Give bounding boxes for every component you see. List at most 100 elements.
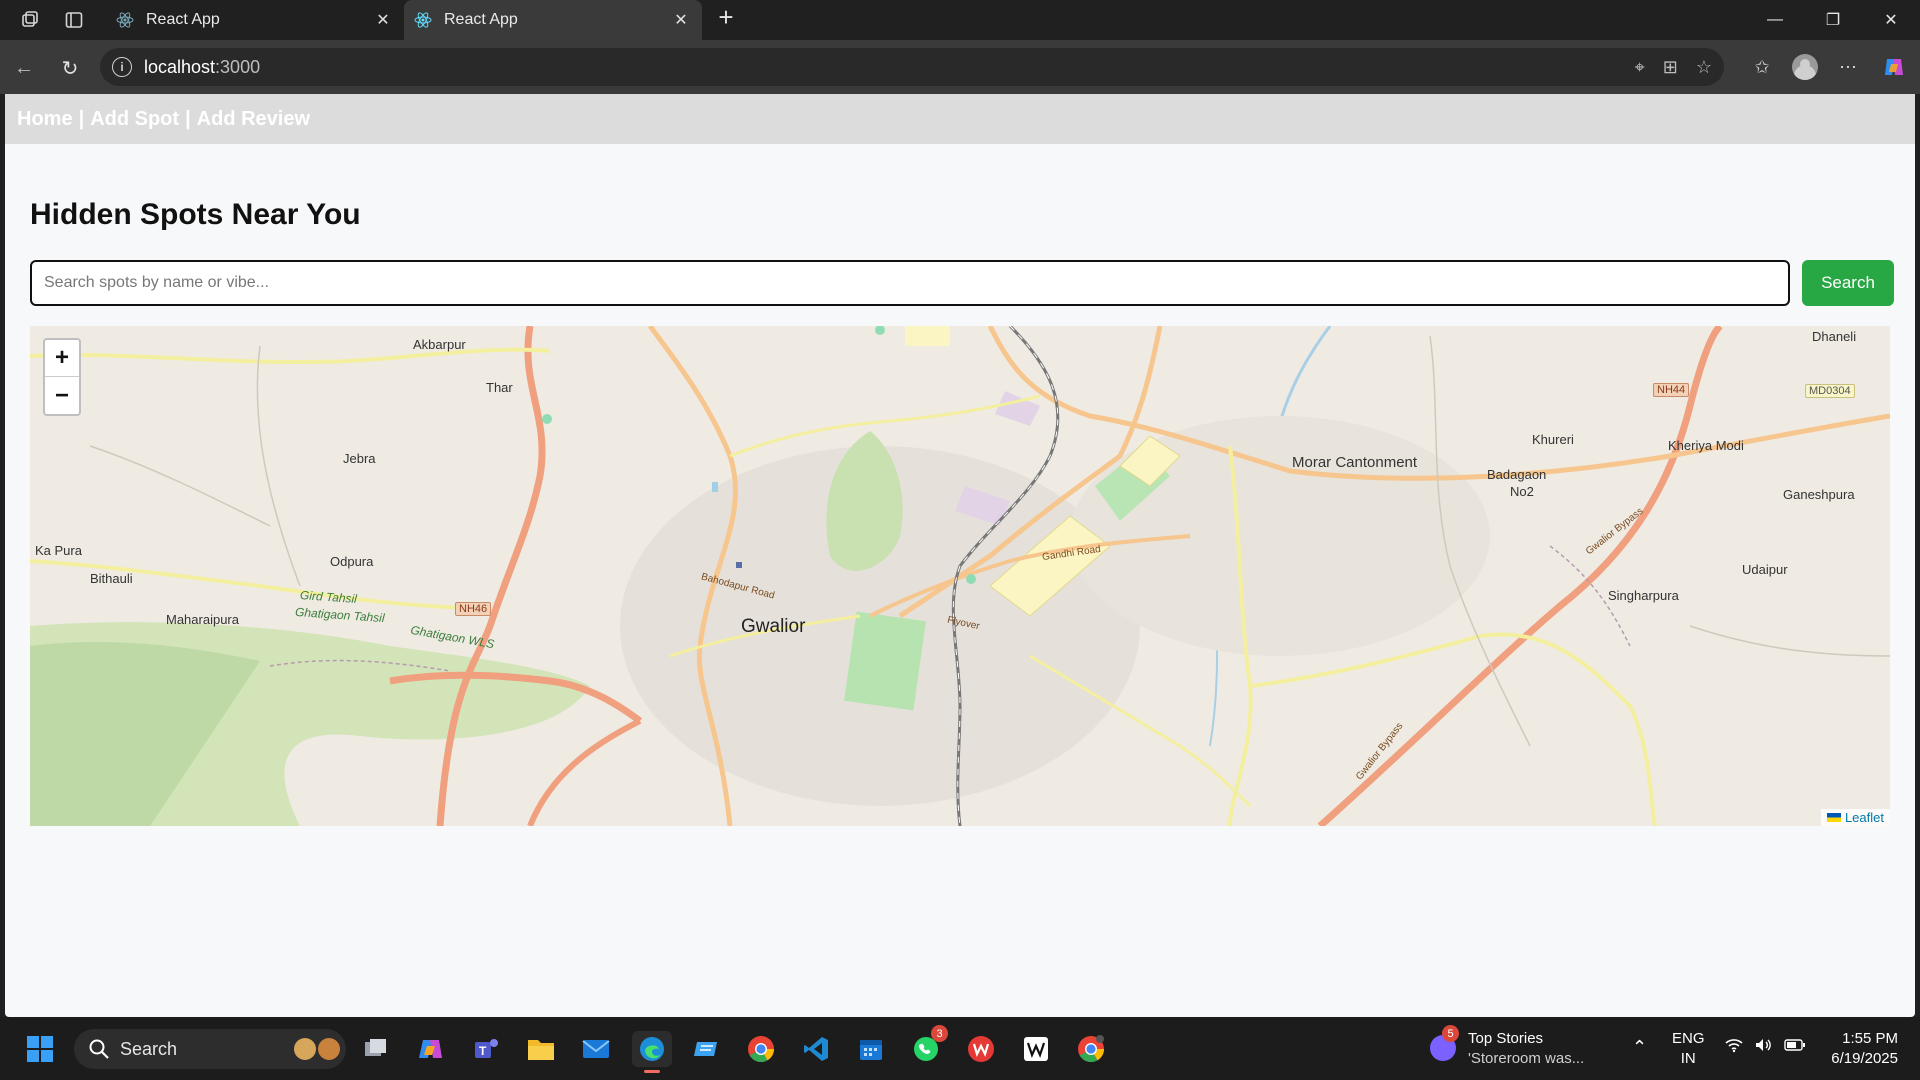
page-title: Hidden Spots Near You	[30, 198, 361, 231]
clock-date: 6/19/2025	[1831, 1050, 1898, 1067]
close-tab-icon[interactable]: ✕	[372, 10, 394, 30]
address-bar[interactable]: i localhost:3000 ⌖ ⊞ ☆	[100, 48, 1724, 86]
windows-taskbar: Search T 3 5 Top Stories 'Storeroom was.…	[0, 1017, 1920, 1080]
window-controls: — ❐ ✕	[1746, 0, 1920, 40]
tab-react-app-1[interactable]: React App ✕	[106, 0, 404, 40]
map-label-dhaneli: Dhaneli	[1812, 329, 1857, 344]
minimize-icon[interactable]: —	[1746, 0, 1804, 40]
react-icon	[414, 11, 432, 29]
app-nav-bar: Home | Add Spot | Add Review	[5, 94, 1915, 144]
taskbar-search-label: Search	[120, 1038, 178, 1059]
search-highlight-icon	[294, 1038, 340, 1060]
news-subtitle: 'Storeroom was...	[1468, 1050, 1585, 1067]
back-icon[interactable]: ←	[8, 52, 40, 84]
map-label-no2: No2	[1510, 484, 1534, 499]
nav-add-spot-link[interactable]: Add Spot	[90, 108, 179, 131]
map-zoom-control: + −	[43, 338, 81, 416]
new-tab-button[interactable]: +	[712, 2, 740, 33]
page-viewport: Home | Add Spot | Add Review Hidden Spot…	[5, 94, 1915, 1017]
news-badge: 5	[1442, 1025, 1459, 1042]
calendar-icon[interactable]	[853, 1031, 889, 1067]
map-label-ka-pura: Ka Pura	[35, 543, 82, 558]
search-icon	[89, 1039, 109, 1059]
more-menu-icon[interactable]: ⋯	[1832, 51, 1864, 83]
search-input[interactable]	[30, 260, 1790, 306]
file-explorer-icon[interactable]	[523, 1031, 559, 1067]
map-shield-md0304: MD0304	[1805, 384, 1855, 398]
mail-icon[interactable]	[578, 1031, 614, 1067]
zoom-in-button[interactable]: +	[45, 340, 79, 377]
map-label-maharaipura: Maharaipura	[166, 612, 239, 627]
map-label-gwalior: Gwalior	[741, 616, 806, 637]
vertical-tabs-icon[interactable]	[56, 2, 92, 38]
favorites-icon[interactable]: ✩	[1746, 51, 1778, 83]
location-icon[interactable]: ⌖	[1635, 57, 1645, 78]
map-label-jebra: Jebra	[343, 451, 376, 466]
system-clock[interactable]: 1:55 PM 6/19/2025	[1831, 1029, 1898, 1069]
news-widget[interactable]: 5 Top Stories 'Storeroom was...	[1428, 1025, 1588, 1069]
app-available-icon[interactable]: ⊞	[1663, 57, 1678, 78]
clock-time: 1:55 PM	[1842, 1030, 1898, 1047]
task-view-icon[interactable]	[358, 1031, 394, 1067]
svg-text:T: T	[479, 1044, 487, 1058]
map-shield-nh46: NH46	[455, 602, 492, 616]
copilot-app-icon[interactable]	[413, 1031, 449, 1067]
vscode-icon[interactable]	[798, 1031, 834, 1067]
chrome-profile-icon[interactable]	[1073, 1031, 1109, 1067]
wps-office-icon[interactable]	[963, 1031, 999, 1067]
map-label-morar-cantonment: Morar Cantonment	[1292, 454, 1418, 471]
windows-start-icon[interactable]	[22, 1031, 58, 1067]
language-code: ENG	[1672, 1030, 1705, 1047]
volume-icon[interactable]	[1754, 1037, 1774, 1057]
nav-add-review-link[interactable]: Add Review	[197, 108, 310, 131]
edge-browser-icon[interactable]	[632, 1031, 672, 1073]
notion-like-app-icon[interactable]	[1018, 1031, 1054, 1067]
map-label-udaipur: Udaipur	[1742, 562, 1788, 577]
tab-react-app-2[interactable]: React App ✕	[404, 0, 702, 40]
wifi-icon[interactable]	[1724, 1037, 1744, 1057]
tray-overflow-icon[interactable]: ⌃	[1632, 1037, 1647, 1058]
close-window-icon[interactable]: ✕	[1862, 0, 1920, 40]
zoom-out-button[interactable]: −	[45, 377, 79, 414]
remote-desktop-icon[interactable]	[688, 1031, 724, 1067]
map-attribution: Leaflet	[1820, 809, 1890, 826]
language-indicator[interactable]: ENG IN	[1672, 1029, 1705, 1069]
map-label-khureri: Khureri	[1532, 432, 1574, 447]
map-label-odpura: Odpura	[330, 554, 374, 569]
tab-title: React App	[444, 11, 518, 28]
map-label-singharpura: Singharpura	[1608, 588, 1679, 603]
site-info-icon[interactable]: i	[112, 57, 132, 77]
map-container[interactable]: Akbarpur Thar Jebra Ka Pura Bithauli Odp…	[30, 326, 1890, 826]
browser-toolbar: ← ↻ i localhost:3000 ⌖ ⊞ ☆ ✩ ⋯	[0, 40, 1920, 94]
map-label-badagaon: Badagaon	[1487, 467, 1547, 482]
teams-icon[interactable]: T	[468, 1031, 504, 1067]
leaflet-link[interactable]: Leaflet	[1845, 810, 1884, 825]
close-tab-icon[interactable]: ✕	[670, 10, 692, 30]
restore-icon[interactable]: ❐	[1804, 0, 1862, 40]
nav-separator: |	[78, 107, 85, 130]
map-shield-nh44: NH44	[1653, 383, 1690, 397]
ukraine-flag-icon	[1826, 813, 1841, 822]
nav-home-link[interactable]: Home	[17, 108, 73, 131]
taskbar-search[interactable]: Search	[74, 1029, 346, 1069]
chrome-icon[interactable]	[743, 1031, 779, 1067]
whatsapp-badge: 3	[931, 1025, 948, 1042]
map-tiles	[30, 326, 1890, 826]
search-button[interactable]: Search	[1802, 260, 1894, 306]
profile-avatar-icon[interactable]	[1792, 54, 1818, 80]
map-label-bithauli: Bithauli	[90, 571, 133, 586]
battery-icon[interactable]	[1784, 1038, 1806, 1056]
map-label-kheriya-modi: Kheriya Modi	[1668, 438, 1744, 453]
tab-title: React App	[146, 11, 220, 28]
url-text: localhost:3000	[144, 56, 261, 77]
map-label-akbarpur: Akbarpur	[413, 337, 466, 352]
region-code: IN	[1680, 1050, 1696, 1067]
browser-tab-bar: React App ✕ React App ✕ + — ❐ ✕	[0, 0, 1920, 40]
react-icon	[116, 11, 134, 29]
refresh-icon[interactable]: ↻	[54, 52, 86, 84]
whatsapp-icon[interactable]: 3	[908, 1025, 948, 1067]
copilot-icon[interactable]	[1878, 51, 1910, 83]
favorite-star-icon[interactable]: ☆	[1696, 57, 1712, 78]
nav-separator: |	[185, 107, 191, 130]
workspaces-icon[interactable]	[12, 2, 48, 38]
